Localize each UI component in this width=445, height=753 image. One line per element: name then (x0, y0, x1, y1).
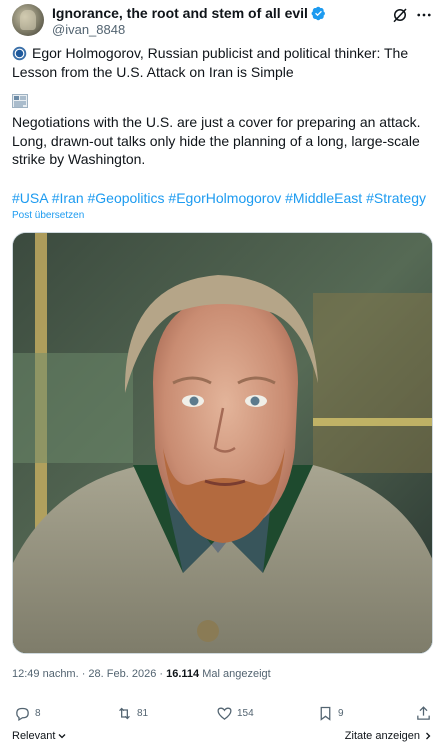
repost-button[interactable]: 81 (116, 705, 148, 722)
reply-button[interactable]: 8 (14, 705, 41, 722)
bookmark-icon (320, 706, 331, 721)
author-names: Ignorance, the root and stem of all evil… (52, 4, 326, 38)
like-button[interactable]: 154 (216, 705, 254, 722)
translate-post-link[interactable]: Post übersetzen (12, 210, 84, 221)
post-image[interactable] (12, 232, 433, 654)
post-header: Ignorance, the root and stem of all evil… (12, 4, 433, 44)
views-count: 16.114 (166, 668, 200, 680)
view-quotes-link[interactable]: Zitate anzeigen (345, 730, 433, 742)
blue-circle-icon (12, 46, 27, 61)
post-body: Egor Holmogorov, Russian publicist and p… (12, 44, 433, 207)
share-icon (417, 706, 430, 720)
reply-count: 8 (35, 708, 41, 719)
author-display-name-row[interactable]: Ignorance, the root and stem of all evil (52, 4, 326, 22)
sort-dropdown[interactable]: Relevant (12, 730, 67, 742)
replies-footer: Relevant Zitate anzeigen (12, 730, 433, 746)
avatar[interactable] (12, 4, 44, 36)
views-label: Mal angezeigt (199, 668, 271, 680)
post-paragraph: Negotiations with the U.S. are just a co… (12, 114, 421, 167)
share-button[interactable] (415, 705, 432, 722)
repost-count: 81 (137, 708, 149, 719)
post-headline: Egor Holmogorov, Russian publicist and p… (12, 45, 409, 80)
post-hashtags[interactable]: #USA #Iran #Geopolitics #EgorHolmogorov … (12, 189, 433, 208)
quotes-label: Zitate anzeigen (344, 730, 420, 742)
verified-badge-icon (311, 6, 325, 20)
bookmark-button[interactable]: 9 (317, 705, 344, 722)
sort-label: Relevant (12, 730, 56, 742)
author-display-name[interactable]: Ignorance, the root and stem of all evil (52, 4, 308, 22)
post-meta: 12:49 nachm. · 28. Feb. 2026 · 16.114 Ma… (12, 668, 271, 680)
author-handle[interactable]: @ivan_8848 (52, 22, 326, 38)
repost-icon (119, 707, 130, 720)
portrait-photo (13, 233, 432, 653)
newspaper-icon (12, 94, 28, 108)
more-icon[interactable] (415, 6, 433, 24)
chevron-right-icon (426, 732, 431, 740)
like-count: 154 (237, 708, 254, 719)
action-bar: 8 81 154 9 (12, 705, 433, 725)
bookmark-count: 9 (338, 708, 344, 719)
reply-icon (16, 707, 29, 722)
chevron-down-icon (58, 734, 66, 739)
post-line-1: Egor Holmogorov, Russian publicist and p… (12, 44, 433, 81)
post-timestamp[interactable]: 12:49 nachm. · 28. Feb. 2026 · (12, 668, 166, 680)
like-icon (217, 707, 232, 720)
grok-icon[interactable] (391, 6, 409, 24)
